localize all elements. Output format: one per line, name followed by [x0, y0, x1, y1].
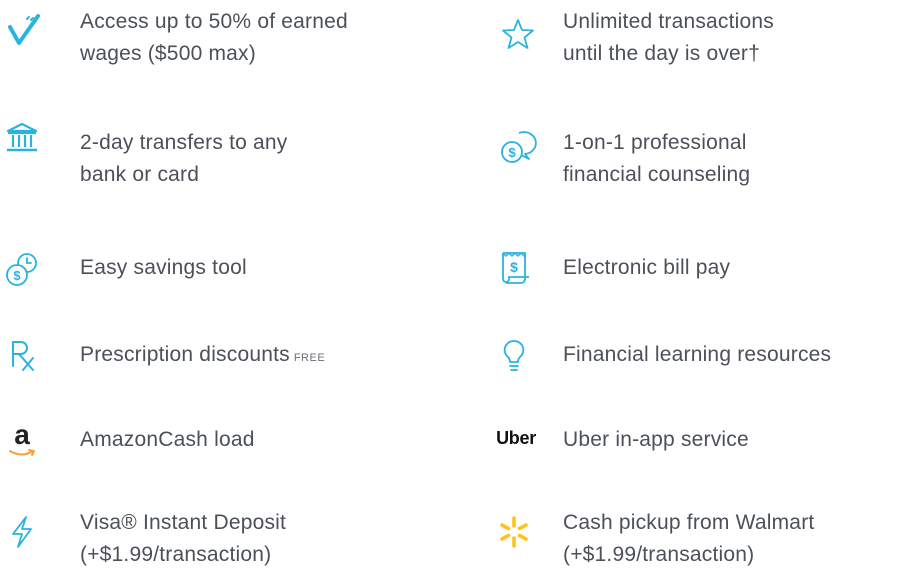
lightbulb-icon	[494, 336, 534, 376]
lightning-icon	[2, 512, 42, 552]
receipt-icon: $	[494, 248, 534, 288]
prescription-icon	[2, 336, 42, 376]
savings-clock-icon: $	[2, 250, 42, 290]
svg-text:$: $	[13, 268, 21, 283]
bank-icon	[2, 118, 42, 158]
feature-prescription-discounts: Prescription discounts FREE	[80, 343, 326, 366]
feature-two-day-transfers: 2-day transfers to any bank or card	[80, 131, 288, 186]
feature-learning-resources: Financial learning resources	[563, 343, 832, 366]
feature-financial-counseling: 1-on-1 professional financial counseling	[563, 131, 751, 186]
chat-dollar-icon: $	[498, 128, 538, 168]
feature-amazon-cash: AmazonCash load	[80, 428, 255, 451]
feature-walmart-cash-pickup: Cash pickup from Walmart (+$1.99/transac…	[563, 511, 815, 566]
uber-logo-icon: Uber	[496, 427, 536, 448]
feature-bill-pay: Electronic bill pay	[563, 256, 731, 279]
feature-savings-tool: Easy savings tool	[80, 256, 247, 279]
star-icon	[498, 14, 538, 54]
free-tag: FREE	[293, 352, 326, 364]
svg-text:$: $	[510, 259, 518, 275]
checkmark-icon	[4, 10, 44, 50]
amazon-logo-icon: a	[2, 420, 42, 460]
features-grid: Access up to 50% of earned wages ($500 m…	[0, 0, 900, 576]
walmart-spark-icon	[494, 512, 534, 552]
svg-text:$: $	[508, 145, 516, 160]
feature-uber-service: Uber in-app service	[563, 428, 749, 451]
feature-visa-instant-deposit: Visa® Instant Deposit (+$1.99/transactio…	[80, 511, 287, 566]
feature-earned-wages: Access up to 50% of earned wages ($500 m…	[80, 10, 348, 65]
feature-unlimited-transactions: Unlimited transactions until the day is …	[563, 10, 774, 65]
